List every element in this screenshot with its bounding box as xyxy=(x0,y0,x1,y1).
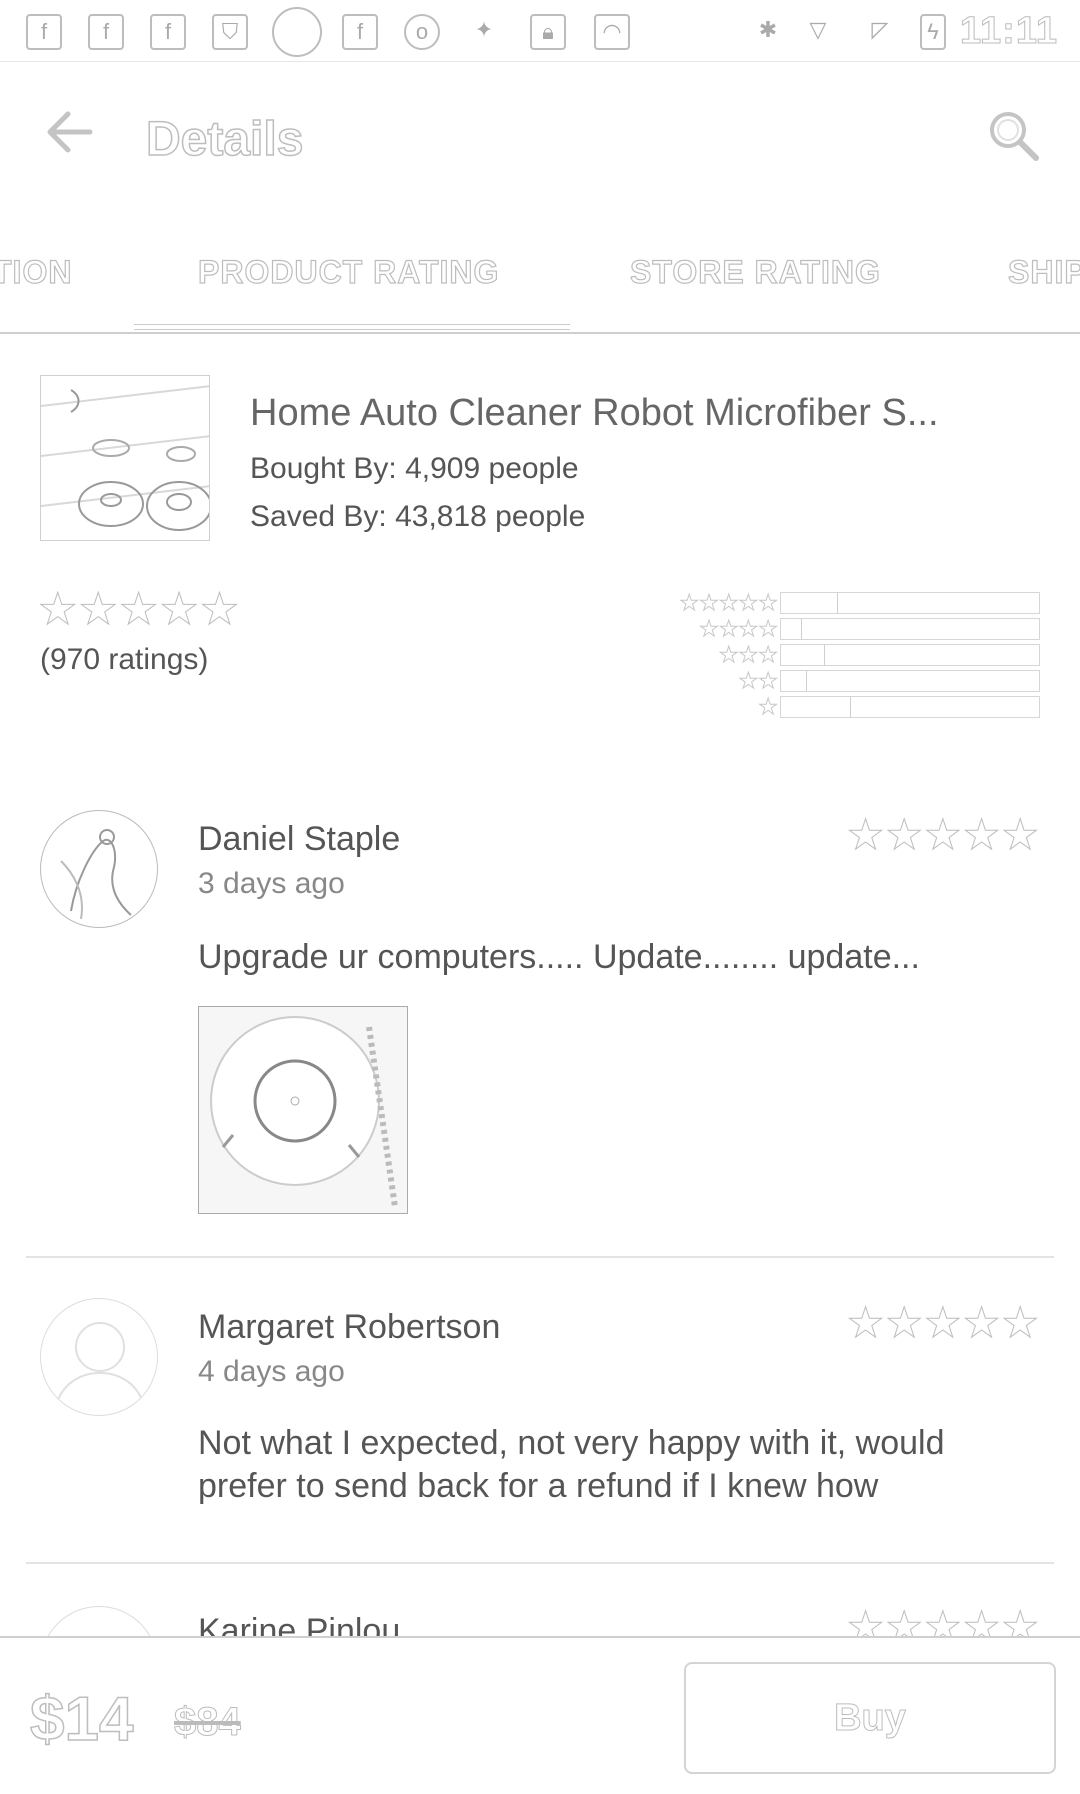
buy-button-label: Buy xyxy=(834,1697,907,1740)
divider xyxy=(26,1562,1054,1564)
histogram-row-1: ★ xyxy=(640,694,1040,720)
shield-icon: ⛉ xyxy=(212,14,248,50)
histogram-fill xyxy=(781,593,838,613)
histogram-row-2: ★★ xyxy=(640,668,1040,694)
android-icon: ◠ xyxy=(594,14,630,50)
status-bar: f f f ⛉ f o ✦ 🔒︎ ◠ ✱ ▽ ◸ ϟ 11:11 xyxy=(0,0,1080,62)
histogram-stars: ★★★★★ xyxy=(679,590,779,616)
buy-button[interactable]: Buy xyxy=(684,1662,1056,1774)
battery-icon: ϟ xyxy=(920,14,946,50)
histogram-row-3: ★★★ xyxy=(640,642,1040,668)
bluetooth-icon: ✱ xyxy=(758,17,778,42)
histogram-bar xyxy=(780,618,1040,640)
saved-by-count: Saved By: 43,818 people xyxy=(250,500,586,533)
lock-icon: 🔒︎ xyxy=(530,14,566,50)
histogram-row-4: ★★★★ xyxy=(640,616,1040,642)
histogram-stars: ★★★ xyxy=(718,642,778,668)
circle-icon xyxy=(272,7,322,57)
histogram-bar xyxy=(780,696,1040,718)
no-sim-icon: ◸ xyxy=(871,17,889,42)
app-icon: ✦ xyxy=(474,17,494,42)
histogram-fill xyxy=(781,671,807,691)
review-photo[interactable] xyxy=(198,1006,408,1214)
tab-bar: TION PRODUCT RATING STORE RATING SHIP xyxy=(0,240,1080,334)
back-arrow-icon[interactable] xyxy=(40,102,100,162)
product-name: Home Auto Cleaner Robot Microfiber S... xyxy=(250,392,939,434)
histogram-bar xyxy=(780,670,1040,692)
app-bar: Details xyxy=(0,62,1080,212)
review-rating-stars: ★★★★★ xyxy=(846,1299,1040,1347)
facebook-icon: f xyxy=(342,14,378,50)
review-date: 3 days ago xyxy=(198,867,345,900)
tab-product-rating[interactable]: PRODUCT RATING xyxy=(197,253,499,291)
reviewer-name: Daniel Staple xyxy=(198,820,401,858)
tab-indicator xyxy=(134,324,570,330)
review-date: 4 days ago xyxy=(198,1355,345,1388)
histogram-row-5: ★★★★★ xyxy=(640,590,1040,616)
facebook-icon: f xyxy=(88,14,124,50)
clock: 11:11 xyxy=(960,10,1058,53)
opera-icon: o xyxy=(404,14,440,50)
bought-by-count: Bought By: 4,909 people xyxy=(250,452,579,485)
tab-shipping[interactable]: SHIP xyxy=(1007,253,1080,291)
wifi-icon: ▽ xyxy=(809,17,827,42)
page-title: Details xyxy=(145,112,304,167)
histogram-bar xyxy=(780,644,1040,666)
product-image[interactable] xyxy=(40,375,210,541)
bottom-bar: $14 $84 Buy xyxy=(0,1636,1080,1794)
histogram-fill xyxy=(781,645,825,665)
avatar[interactable] xyxy=(40,1298,158,1416)
tab-description[interactable]: TION xyxy=(0,253,72,291)
facebook-icon: f xyxy=(26,14,62,50)
avatar[interactable] xyxy=(40,810,158,928)
tab-store-rating[interactable]: STORE RATING xyxy=(629,253,881,291)
divider xyxy=(26,1256,1054,1258)
review-rating-stars: ★★★★★ xyxy=(846,811,1040,859)
current-price: $14 xyxy=(29,1684,134,1755)
rating-histogram: ★★★★★ ★★★★ ★★★ ★★ ★ xyxy=(640,590,1040,720)
overall-rating-stars: ★★★★★ xyxy=(37,585,241,635)
original-price: $84 xyxy=(174,1700,242,1745)
histogram-bar xyxy=(780,592,1040,614)
histogram-stars: ★★ xyxy=(738,668,778,694)
histogram-fill xyxy=(781,619,802,639)
ratings-count: (970 ratings) xyxy=(40,643,209,676)
histogram-stars: ★ xyxy=(758,694,779,720)
facebook-icon: f xyxy=(150,14,186,50)
histogram-fill xyxy=(781,697,851,717)
histogram-stars: ★★★★ xyxy=(699,616,779,642)
reviewer-name: Margaret Robertson xyxy=(198,1308,501,1346)
review-text: Upgrade ur computers..... Update........… xyxy=(198,938,920,976)
review-text: Not what I expected, not very happy with… xyxy=(198,1424,945,1505)
search-icon[interactable] xyxy=(984,106,1044,166)
